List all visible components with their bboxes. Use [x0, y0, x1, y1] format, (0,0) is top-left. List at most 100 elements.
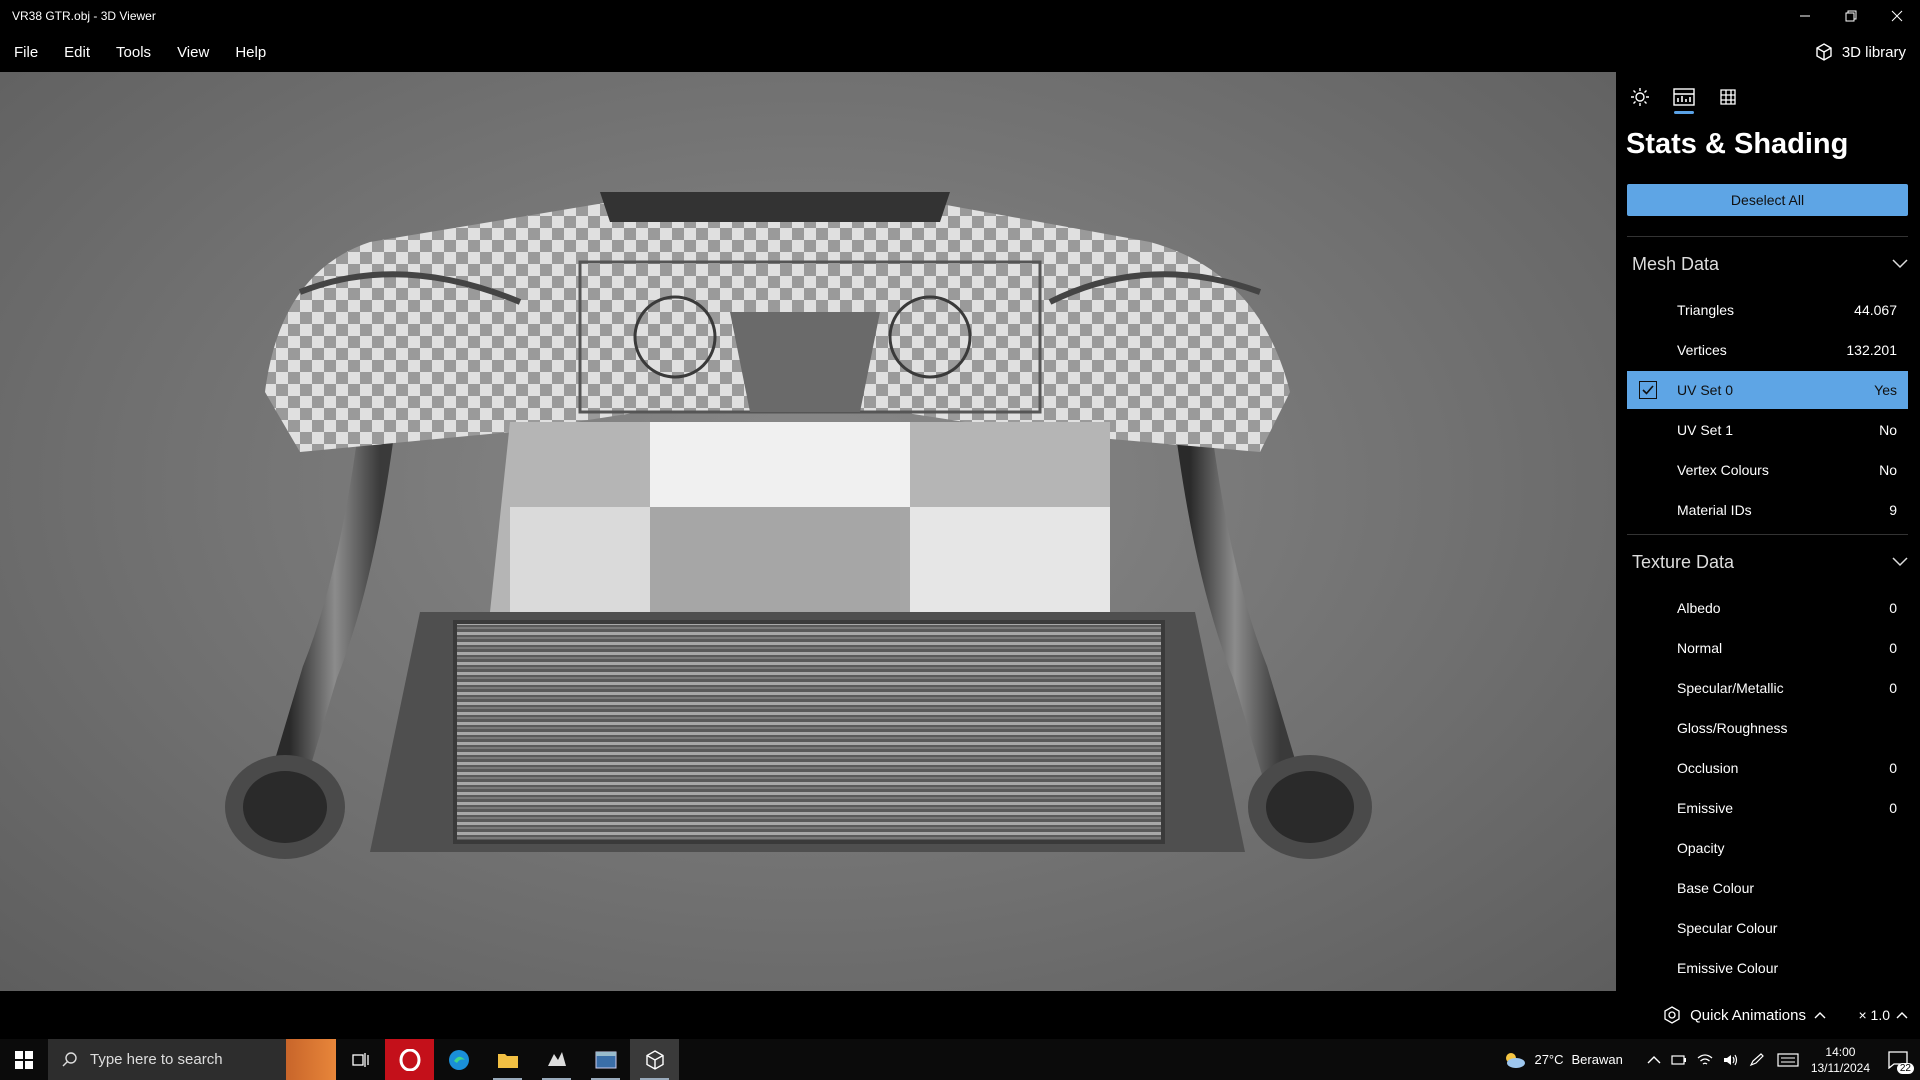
- quick-animations-button[interactable]: Quick Animations: [1662, 991, 1826, 1039]
- cube-icon: [1816, 43, 1832, 61]
- texture-row-base-colour: Base Colour: [1627, 869, 1908, 907]
- row-label: Base Colour: [1677, 880, 1755, 896]
- mesh-data-header[interactable]: Mesh Data: [1632, 244, 1908, 284]
- taskbar-3d-viewer[interactable]: [630, 1039, 679, 1080]
- mesh-row-triangles: Triangles 44.067: [1627, 291, 1908, 329]
- restore-button[interactable]: [1828, 0, 1874, 32]
- row-label: Emissive: [1677, 800, 1734, 816]
- search-highlight-image: [286, 1039, 336, 1080]
- row-label: Vertices: [1677, 342, 1727, 358]
- deselect-all-button[interactable]: Deselect All: [1627, 184, 1908, 216]
- stats-panel: Stats & Shading Deselect All Mesh Data T…: [1616, 72, 1920, 991]
- cube-icon: [645, 1049, 664, 1070]
- edge-icon: [448, 1049, 469, 1070]
- weather-temperature[interactable]: 27°C: [1534, 1052, 1563, 1067]
- clock-date: 13/11/2024: [1810, 1060, 1870, 1075]
- pen-icon[interactable]: [1749, 1052, 1765, 1067]
- texture-row-albedo: Albedo 0: [1627, 589, 1908, 627]
- app-window-icon: [595, 1051, 616, 1068]
- row-value: 9: [1889, 502, 1897, 518]
- opera-icon: [399, 1048, 420, 1071]
- animation-icon: [1664, 1006, 1680, 1024]
- taskbar-file-explorer[interactable]: [483, 1039, 532, 1080]
- tab-lighting[interactable]: [1626, 82, 1654, 112]
- row-value: 0: [1889, 800, 1897, 816]
- row-value: 132.201: [1846, 342, 1897, 358]
- texture-data-header[interactable]: Texture Data: [1632, 542, 1908, 582]
- stats-icon: [1673, 88, 1695, 106]
- texture-row-emissive-colour: Emissive Colour: [1627, 949, 1908, 987]
- title-bar: VR38 GTR.obj - 3D Viewer: [0, 0, 1920, 32]
- taskbar-app-rhino[interactable]: [532, 1039, 581, 1080]
- playback-speed[interactable]: × 1.0: [1858, 991, 1908, 1039]
- uv-set-0-checkbox[interactable]: [1639, 381, 1657, 399]
- system-tray: 27°C Berawan 14:00 13/11/2024 22: [1502, 1039, 1920, 1080]
- texture-row-specular-metallic: Specular/Metallic 0: [1627, 669, 1908, 707]
- tab-mesh-grid[interactable]: [1714, 82, 1742, 112]
- panel-title: Stats & Shading: [1626, 128, 1849, 160]
- chevron-down-icon: [1892, 557, 1908, 567]
- mesh-row-material-ids: Material IDs 9: [1627, 491, 1908, 529]
- divider: [1627, 534, 1908, 535]
- row-value: 0: [1889, 640, 1897, 656]
- row-label: Opacity: [1677, 840, 1725, 856]
- folder-icon: [497, 1053, 518, 1068]
- texture-row-emissive: Emissive 0: [1627, 789, 1908, 827]
- wifi-icon[interactable]: [1697, 1053, 1713, 1067]
- taskbar-opera[interactable]: [385, 1039, 434, 1080]
- texture-row-normal: Normal 0: [1627, 629, 1908, 667]
- taskbar-search[interactable]: Type here to search: [48, 1039, 336, 1080]
- minimize-icon: [1800, 15, 1810, 17]
- chevron-up-icon: [1814, 1012, 1826, 1019]
- menu-help[interactable]: Help: [222, 44, 279, 61]
- panel-tabs: [1626, 82, 1742, 114]
- speed-value: × 1.0: [1858, 1007, 1890, 1023]
- chevron-down-icon: [1892, 259, 1908, 269]
- 3d-viewport[interactable]: [0, 72, 1616, 991]
- sun-icon: [1631, 88, 1649, 106]
- search-placeholder: Type here to search: [90, 1051, 223, 1068]
- texture-row-gloss-roughness: Gloss/Roughness: [1627, 709, 1908, 747]
- menu-file[interactable]: File: [0, 44, 51, 61]
- start-button[interactable]: [0, 1039, 48, 1080]
- volume-icon[interactable]: [1723, 1053, 1739, 1067]
- battery-icon[interactable]: [1671, 1053, 1687, 1067]
- mesh-row-vertex-colours: Vertex Colours No: [1627, 451, 1908, 489]
- row-label: Specular/Metallic: [1677, 680, 1784, 696]
- row-value: 0: [1889, 600, 1897, 616]
- divider: [1627, 236, 1908, 237]
- windows-logo-icon: [15, 1050, 33, 1069]
- close-button[interactable]: [1874, 0, 1920, 32]
- weather-description[interactable]: Berawan: [1572, 1052, 1623, 1067]
- row-value: No: [1879, 462, 1897, 478]
- row-label: UV Set 1: [1677, 422, 1734, 438]
- taskbar-app-window[interactable]: [581, 1039, 630, 1080]
- taskbar-edge[interactable]: [434, 1039, 483, 1080]
- row-label: Normal: [1677, 640, 1723, 656]
- minimize-button[interactable]: [1782, 0, 1828, 32]
- texture-row-occlusion: Occlusion 0: [1627, 749, 1908, 787]
- task-view-button[interactable]: [336, 1039, 385, 1080]
- intercooler-model: [225, 192, 1372, 859]
- close-icon: [1891, 10, 1903, 22]
- mesh-row-uv-set-0[interactable]: UV Set 0 Yes: [1627, 371, 1908, 409]
- 3d-library-button[interactable]: 3D library: [1814, 32, 1906, 72]
- taskbar-clock[interactable]: 14:00 13/11/2024: [1811, 1044, 1870, 1076]
- chevron-up-icon[interactable]: [1647, 1055, 1661, 1065]
- notification-center-button[interactable]: 22: [1882, 1039, 1914, 1080]
- menu-edit[interactable]: Edit: [51, 44, 103, 61]
- taskbar: Type here to search 27°C Berawan 14:00 1…: [0, 1039, 1920, 1080]
- clock-time: 14:00: [1825, 1044, 1856, 1059]
- checkmark-icon: [1642, 385, 1654, 395]
- texture-data-title: Texture Data: [1632, 551, 1735, 572]
- menu-view[interactable]: View: [164, 44, 222, 61]
- chevron-up-icon: [1896, 1012, 1908, 1019]
- tab-stats-shading[interactable]: [1670, 82, 1698, 114]
- row-label: Material IDs: [1677, 502, 1752, 518]
- row-value: 44.067: [1854, 302, 1897, 318]
- weather-cloud-icon[interactable]: [1502, 1050, 1526, 1070]
- row-label: Specular Colour: [1677, 920, 1778, 936]
- keyboard-icon[interactable]: [1777, 1052, 1799, 1067]
- row-value: 0: [1889, 760, 1897, 776]
- menu-tools[interactable]: Tools: [103, 44, 164, 61]
